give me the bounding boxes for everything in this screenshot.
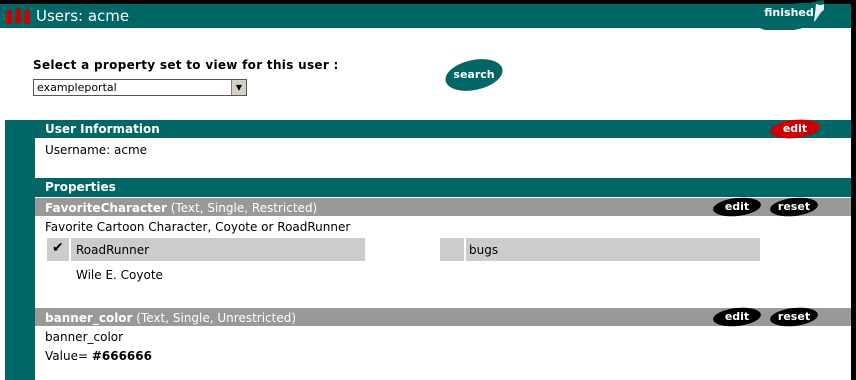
- property-name: banner_color: [45, 311, 133, 325]
- value-text: #666666: [91, 349, 152, 363]
- favoritecharacter-edit-button[interactable]: edit: [712, 196, 762, 218]
- banner-color-edit-button[interactable]: edit: [712, 306, 762, 328]
- property-name: FavoriteCharacter: [45, 201, 167, 215]
- users-icon: [6, 8, 30, 24]
- user-info-edit-label: edit: [782, 122, 808, 135]
- option-roadrunner: RoadRunner: [71, 238, 365, 261]
- option-check-cell: ✔: [47, 238, 69, 261]
- edit-label: edit: [724, 310, 750, 323]
- property-meta: (Text, Single, Unrestricted): [132, 311, 297, 325]
- left-accent-bar: [5, 120, 35, 380]
- title-bar: Users: acme: [0, 4, 851, 28]
- page-title: Users: acme: [36, 7, 130, 25]
- properties-header: Properties: [35, 178, 851, 197]
- finished-button[interactable]: finished: [758, 0, 824, 30]
- properties-heading: Properties: [45, 180, 116, 194]
- option-bugs-check-cell: [440, 238, 464, 261]
- banner-color-reset-button[interactable]: reset: [769, 306, 819, 328]
- username-text: Username: acme: [45, 143, 148, 157]
- option-label: bugs: [469, 243, 499, 257]
- property-title: FavoriteCharacter (Text, Single, Restric…: [45, 201, 317, 215]
- value-label: Value=: [45, 349, 92, 363]
- checkmark-icon: ✔: [52, 240, 64, 256]
- property-set-selected-value: exampleportal: [37, 81, 117, 94]
- window-right-border: [851, 0, 856, 380]
- user-info-header: User Information: [35, 120, 851, 138]
- user-info-edit-button[interactable]: edit: [769, 118, 821, 140]
- property-description: Favorite Cartoon Character, Coyote or Ro…: [45, 220, 351, 234]
- property-set-prompt: Select a property set to view for this u…: [33, 58, 339, 72]
- property-title: banner_color (Text, Single, Unrestricted…: [45, 311, 296, 325]
- property-meta: (Text, Single, Restricted): [166, 201, 318, 215]
- property-value: Value= #666666: [45, 349, 152, 363]
- search-button[interactable]: search: [444, 58, 504, 92]
- favoritecharacter-reset-button[interactable]: reset: [769, 196, 819, 218]
- edit-label: edit: [724, 200, 750, 213]
- reset-label: reset: [777, 200, 811, 213]
- search-button-label: search: [453, 68, 495, 81]
- option-wile-e-coyote: Wile E. Coyote: [76, 268, 163, 282]
- reset-label: reset: [777, 310, 811, 323]
- option-bugs: bugs: [466, 238, 760, 261]
- user-info-heading: User Information: [45, 122, 160, 136]
- finished-button-label: finished: [764, 6, 814, 19]
- option-label: RoadRunner: [76, 243, 150, 257]
- property-set-select[interactable]: exampleportal ▼: [33, 79, 247, 96]
- chevron-down-icon[interactable]: ▼: [231, 80, 246, 95]
- property-description: banner_color: [45, 330, 124, 344]
